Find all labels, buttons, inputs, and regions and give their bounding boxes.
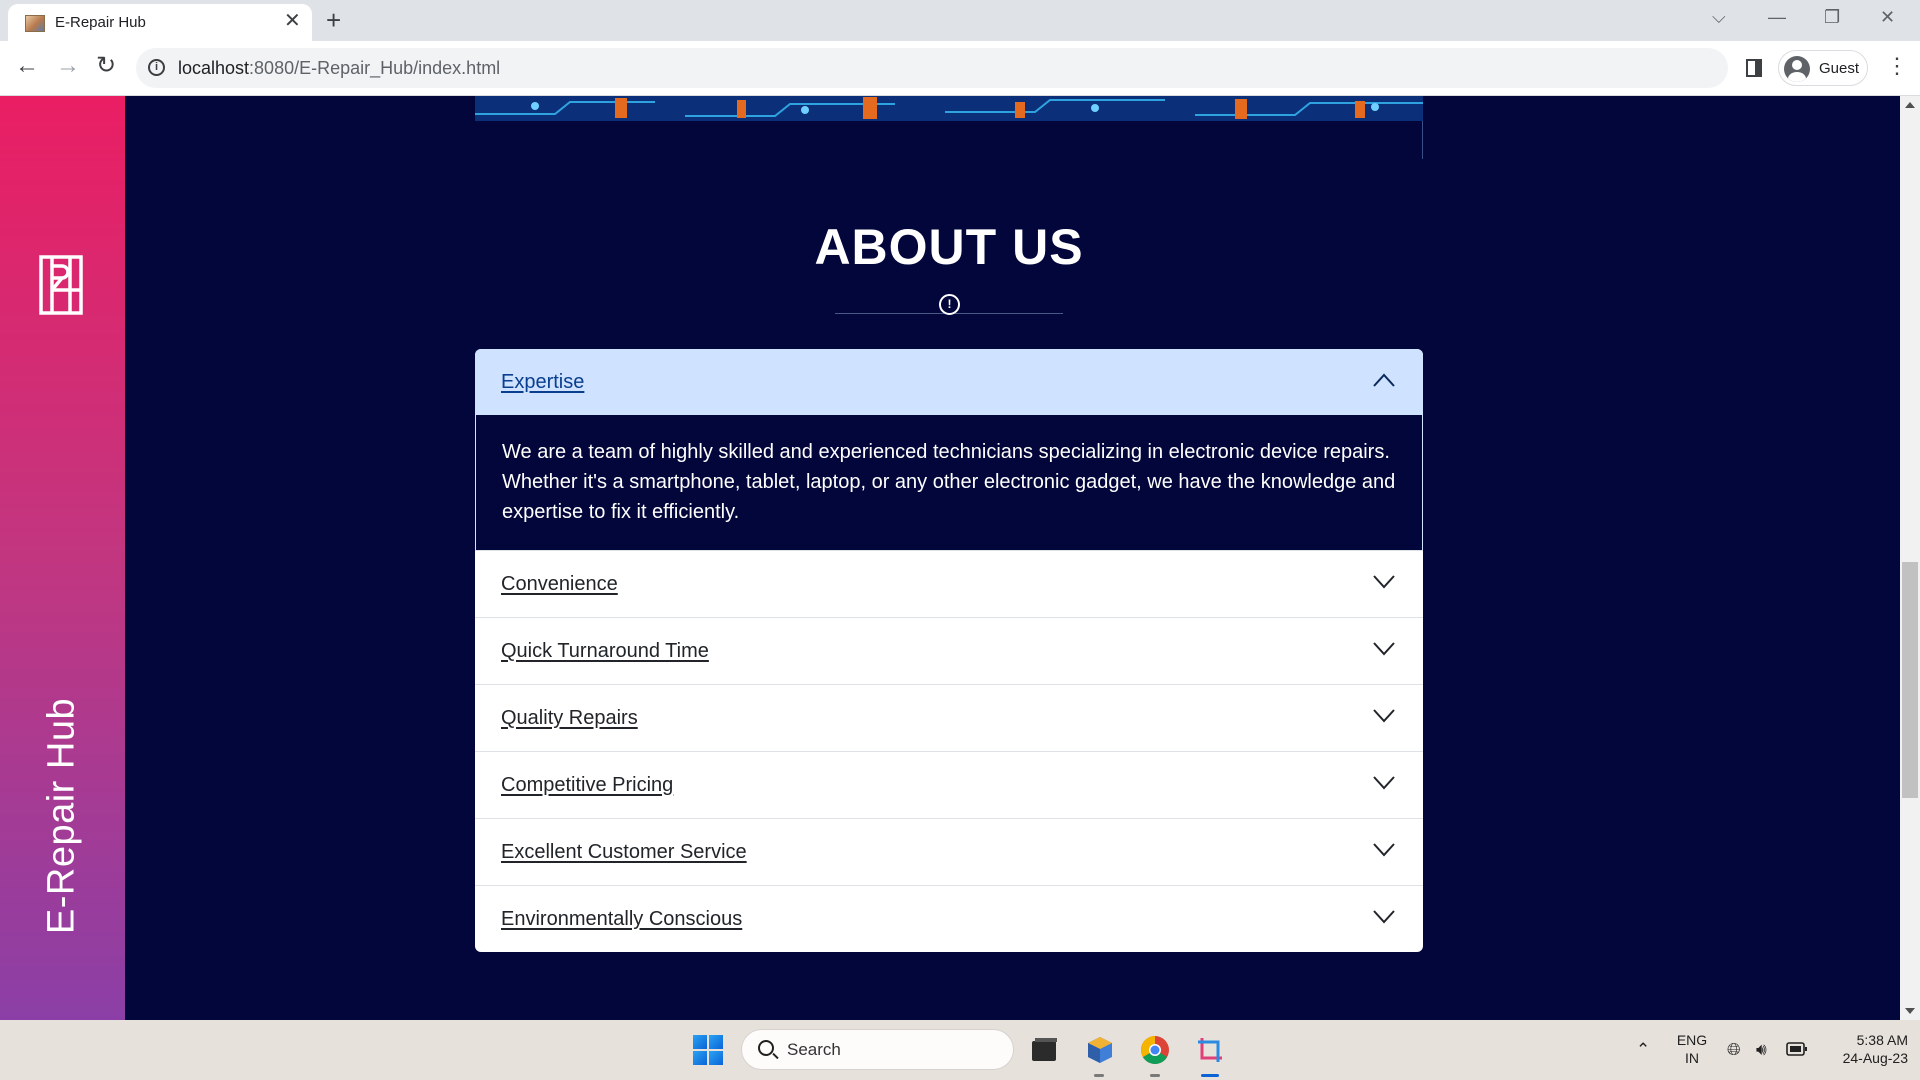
accordion-item-environmentally-conscious: Environmentally Conscious xyxy=(475,886,1423,952)
network-globe-icon[interactable]: 🌐︎ xyxy=(1727,1040,1741,1060)
restore-window-button[interactable]: ❐ xyxy=(1824,7,1840,28)
browser-menu-icon[interactable]: ⋮ xyxy=(1886,54,1908,78)
chevron-down-icon[interactable] xyxy=(1373,910,1395,924)
new-tab-button[interactable]: + xyxy=(326,5,341,35)
hero-circuit-image xyxy=(475,96,1423,121)
chevron-down-icon[interactable] xyxy=(1373,642,1395,656)
address-bar[interactable]: i localhost:8080/E-Repair_Hub/index.html xyxy=(136,48,1728,88)
chevron-down-icon[interactable] xyxy=(1373,575,1395,589)
accordion-label[interactable]: Quick Turnaround Time xyxy=(501,640,709,663)
search-icon xyxy=(758,1040,774,1056)
accordion-header-customer-service[interactable]: Excellent Customer Service xyxy=(475,819,1423,885)
snipping-tool-active-indicator xyxy=(1201,1074,1219,1077)
hero-border-line xyxy=(1422,121,1423,159)
forward-arrow-icon[interactable]: → xyxy=(56,54,80,78)
language-indicator[interactable]: ENG IN xyxy=(1672,1031,1712,1067)
about-us-heading: ABOUT US xyxy=(814,219,1084,275)
windows-taskbar: Search ⌃ ENG IN 🌐︎ 🔊︎ 5:38 AM 24-Aug-23 xyxy=(0,1020,1920,1080)
chevron-up-icon[interactable] xyxy=(1373,373,1395,387)
site-favicon-icon xyxy=(25,15,45,32)
tab-search-dropdown-icon[interactable]: ⌵ xyxy=(1712,7,1726,28)
close-window-button[interactable]: ✕ xyxy=(1880,7,1895,28)
scrollbar-thumb[interactable] xyxy=(1902,562,1918,798)
back-arrow-icon[interactable]: ← xyxy=(15,54,39,78)
accordion-item-expertise: Expertise We are a team of highly skille… xyxy=(475,349,1423,551)
battery-icon[interactable] xyxy=(1786,1042,1808,1056)
accordion-header-quick-turnaround[interactable]: Quick Turnaround Time xyxy=(475,618,1423,684)
close-tab-icon[interactable]: ✕ xyxy=(284,11,301,31)
accordion-label[interactable]: Expertise xyxy=(501,371,584,394)
browser-toolbar: ← → ↻ i localhost:8080/E-Repair_Hub/inde… xyxy=(0,41,1920,96)
reload-icon[interactable]: ↻ xyxy=(96,54,116,78)
profile-avatar-icon xyxy=(1784,56,1810,82)
url-text[interactable]: localhost:8080/E-Repair_Hub/index.html xyxy=(178,58,500,79)
accordion-item-quick-turnaround: Quick Turnaround Time xyxy=(475,618,1423,685)
volume-icon[interactable]: 🔊︎ xyxy=(1756,1040,1767,1060)
profile-button[interactable]: Guest xyxy=(1778,50,1868,86)
site-info-icon[interactable]: i xyxy=(148,59,165,76)
scroll-down-arrow-icon[interactable] xyxy=(1905,1008,1915,1014)
accordion-item-competitive-pricing: Competitive Pricing xyxy=(475,752,1423,819)
accordion-item-customer-service: Excellent Customer Service xyxy=(475,819,1423,886)
accordion-header-convenience[interactable]: Convenience xyxy=(475,551,1423,617)
chevron-down-icon[interactable] xyxy=(1373,709,1395,723)
page-scrollbar[interactable] xyxy=(1900,96,1920,1020)
system-clock[interactable]: 5:38 AM 24-Aug-23 xyxy=(1822,1031,1908,1067)
chrome-running-indicator xyxy=(1150,1074,1160,1077)
side-panel-icon[interactable] xyxy=(1746,59,1762,77)
brand-name-vertical: E-Repair Hub xyxy=(40,697,83,935)
brand-sidebar: E-Repair Hub xyxy=(0,96,125,1020)
minimize-window-button[interactable]: — xyxy=(1768,7,1786,28)
accordion-label[interactable]: Quality Repairs xyxy=(501,707,638,730)
accordion-item-quality-repairs: Quality Repairs xyxy=(475,685,1423,752)
accordion-header-expertise[interactable]: Expertise xyxy=(475,349,1423,415)
show-hidden-icons-chevron-icon[interactable]: ⌃ xyxy=(1636,1040,1650,1060)
browser-tab[interactable]: E-Repair Hub ✕ xyxy=(8,4,312,41)
accordion-header-competitive-pricing[interactable]: Competitive Pricing xyxy=(475,752,1423,818)
accordion-item-convenience: Convenience xyxy=(475,551,1423,618)
cube-app-running-indicator xyxy=(1094,1074,1104,1077)
profile-label: Guest xyxy=(1819,60,1860,77)
about-accordion: Expertise We are a team of highly skille… xyxy=(475,349,1423,952)
tab-title: E-Repair Hub xyxy=(55,14,146,31)
exclamation-circle-icon: ! xyxy=(939,294,960,315)
accordion-label[interactable]: Excellent Customer Service xyxy=(501,841,747,864)
accordion-label[interactable]: Convenience xyxy=(501,573,618,596)
taskbar-search-box[interactable]: Search xyxy=(741,1029,1014,1070)
accordion-label[interactable]: Environmentally Conscious xyxy=(501,908,742,931)
chevron-down-icon[interactable] xyxy=(1373,776,1395,790)
snipping-tool-icon[interactable] xyxy=(1194,1034,1226,1066)
scroll-up-arrow-icon[interactable] xyxy=(1905,102,1915,108)
accordion-header-quality-repairs[interactable]: Quality Repairs xyxy=(475,685,1423,751)
accordion-body-expertise: We are a team of highly skilled and expe… xyxy=(475,415,1423,550)
browser-tab-strip: E-Repair Hub ✕ + ⌵ — ❐ ✕ xyxy=(0,0,1920,41)
chrome-app-icon[interactable] xyxy=(1139,1034,1171,1066)
terminal-app-icon[interactable] xyxy=(1028,1034,1060,1066)
cube-app-icon[interactable] xyxy=(1084,1034,1116,1066)
brand-logo-icon[interactable] xyxy=(38,254,84,316)
accordion-header-environmentally-conscious[interactable]: Environmentally Conscious xyxy=(475,886,1423,952)
taskbar-search-placeholder: Search xyxy=(787,1040,841,1059)
windows-start-icon[interactable] xyxy=(693,1035,723,1065)
accordion-label[interactable]: Competitive Pricing xyxy=(501,774,673,797)
chevron-down-icon[interactable] xyxy=(1373,843,1395,857)
